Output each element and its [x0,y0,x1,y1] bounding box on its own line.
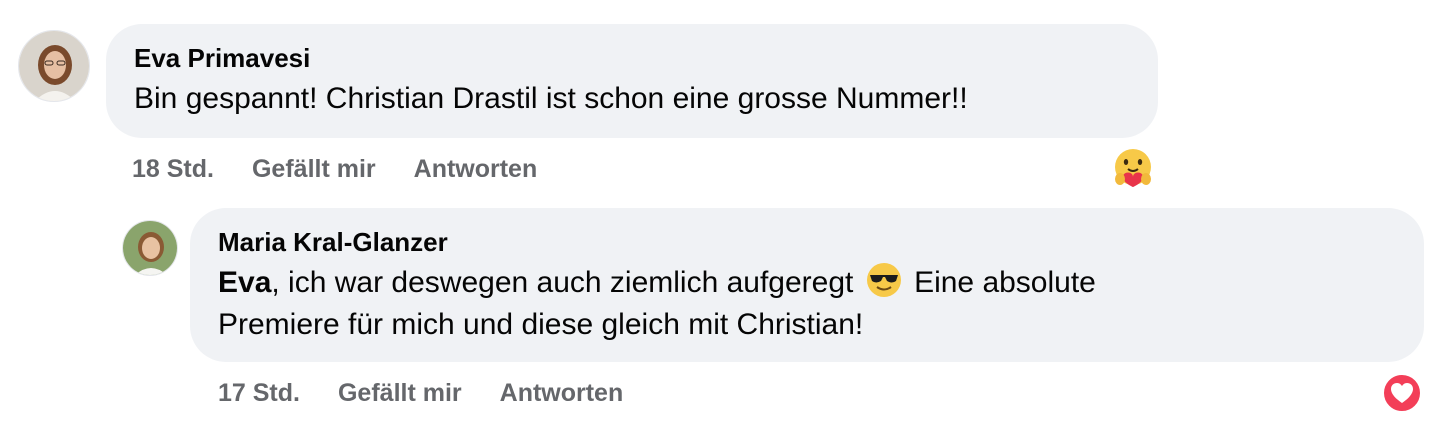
reply-author[interactable]: Maria Kral-Glanzer [218,226,1396,258]
reply-text-part2: Eine absolute [914,266,1096,299]
like-button[interactable]: Gefällt mir [252,155,376,184]
comment-text: Bin gespannt! Christian Drastil ist scho… [134,82,968,115]
reply-text-part1: , ich war deswegen auch ziemlich aufgere… [271,266,854,299]
reply-like-button[interactable]: Gefällt mir [338,379,462,408]
sunglasses-emoji-icon [866,263,901,297]
care-reaction-icon[interactable] [1110,146,1156,192]
reply-text-line2: Premiere für mich und diese gleich mit C… [218,308,864,341]
love-reaction-icon[interactable] [1380,371,1424,415]
reply-timestamp[interactable]: 17 Std. [218,379,300,408]
profile-photo-icon [123,221,177,275]
profile-photo-icon [19,31,89,101]
reply-bubble: Maria Kral-Glanzer Eva, ich war deswegen… [190,208,1424,362]
reply-actions: 17 Std. Gefällt mir Antworten [218,376,661,410]
comment-author[interactable]: Eva Primavesi [134,42,1130,74]
avatar-maria-kral-glanzer[interactable] [122,220,178,276]
reply-text-line1: Eva, ich war deswegen auch ziemlich aufg… [218,262,1396,304]
comment-actions: 18 Std. Gefällt mir Antworten [132,152,575,186]
mention-link[interactable]: Eva [218,266,271,299]
reply-reply-button[interactable]: Antworten [500,379,624,408]
avatar-eva-primavesi[interactable] [18,30,90,102]
comment-timestamp[interactable]: 18 Std. [132,155,214,184]
comment-bubble: Eva Primavesi Bin gespannt! Christian Dr… [106,24,1158,138]
reply-button[interactable]: Antworten [414,155,538,184]
